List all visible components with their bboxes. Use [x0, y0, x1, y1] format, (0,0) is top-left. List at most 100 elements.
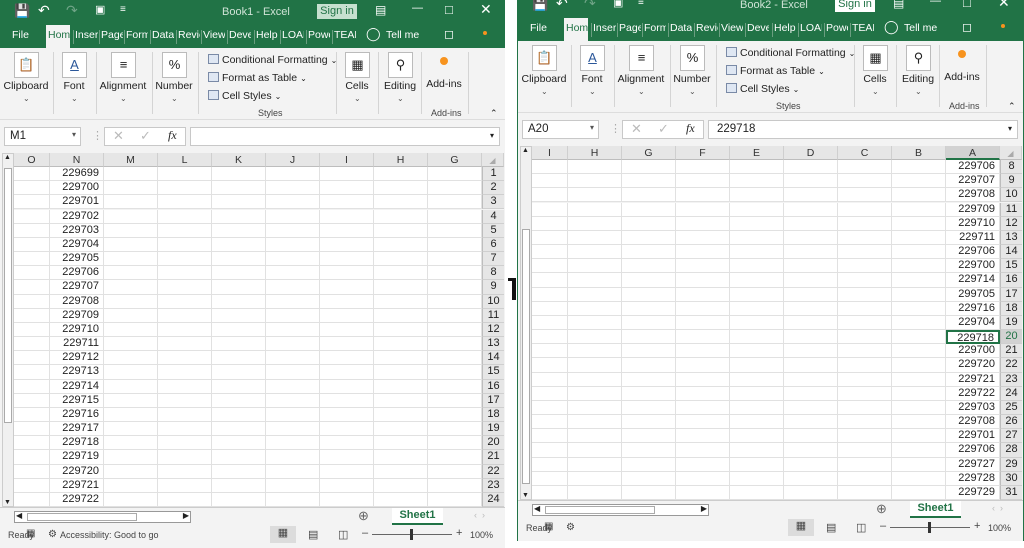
cell[interactable]: [838, 344, 892, 359]
cell[interactable]: [14, 280, 50, 295]
cell[interactable]: [622, 245, 676, 260]
scroll-right-icon[interactable]: ▶: [701, 504, 707, 513]
cell[interactable]: 229717: [50, 422, 104, 437]
column-header-J[interactable]: J: [266, 153, 320, 167]
cell[interactable]: [158, 280, 212, 295]
vertical-scrollbar[interactable]: ▲ ▼: [2, 153, 14, 507]
cell[interactable]: [374, 393, 428, 408]
cell[interactable]: [568, 372, 622, 387]
tab-powe[interactable]: Powe: [308, 29, 330, 41]
cell[interactable]: 229708: [946, 415, 1000, 430]
cell[interactable]: 229704: [946, 315, 1000, 331]
cell[interactable]: [104, 181, 158, 196]
cell[interactable]: 229712: [50, 351, 104, 366]
row-header[interactable]: 12: [1000, 216, 1022, 231]
addins-icon[interactable]: [440, 57, 448, 65]
cell[interactable]: [622, 457, 676, 472]
cell[interactable]: [532, 471, 568, 486]
cell[interactable]: [14, 407, 50, 423]
cell[interactable]: [158, 223, 212, 238]
column-header-A[interactable]: A: [946, 146, 1000, 160]
page-layout-view-button[interactable]: ▤: [308, 528, 318, 541]
cell[interactable]: [104, 464, 158, 479]
cell[interactable]: [374, 167, 428, 182]
cell[interactable]: [532, 443, 568, 458]
cell[interactable]: 299705: [946, 287, 1000, 302]
row-header[interactable]: 13: [482, 337, 504, 352]
cell[interactable]: [158, 209, 212, 224]
cell[interactable]: [838, 174, 892, 189]
row-header[interactable]: 29: [1000, 457, 1022, 472]
chevron-down-icon[interactable]: ⌄: [354, 94, 361, 103]
zoom-in-button[interactable]: +: [456, 527, 462, 539]
cell[interactable]: [14, 195, 50, 210]
cell[interactable]: [266, 422, 320, 437]
cell[interactable]: [622, 301, 676, 316]
cell[interactable]: [158, 393, 212, 408]
cell[interactable]: [730, 443, 784, 458]
cell[interactable]: [838, 287, 892, 302]
cell[interactable]: [784, 174, 838, 189]
cell-styles-button[interactable]: Cell Styles ⌄: [208, 90, 281, 102]
new-sheet-icon[interactable]: ⊕: [876, 501, 887, 517]
cell[interactable]: 229715: [50, 393, 104, 408]
cell[interactable]: [158, 294, 212, 309]
cell[interactable]: [158, 167, 212, 182]
row-header[interactable]: 6: [482, 237, 504, 252]
minimize-icon[interactable]: —: [930, 0, 941, 7]
cell[interactable]: [532, 400, 568, 416]
cell[interactable]: [104, 351, 158, 366]
cell[interactable]: 229716: [50, 407, 104, 423]
percent-icon[interactable]: %: [680, 45, 705, 71]
cell[interactable]: [320, 464, 374, 479]
zoom-out-button[interactable]: –: [880, 520, 886, 532]
row-header[interactable]: 25: [1000, 400, 1022, 416]
tab-page[interactable]: Page: [619, 22, 641, 34]
cell[interactable]: [158, 407, 212, 423]
cell[interactable]: [532, 315, 568, 331]
cell[interactable]: [104, 407, 158, 423]
cell[interactable]: [784, 400, 838, 416]
addins-icon[interactable]: [958, 50, 966, 58]
row-header[interactable]: 31: [1000, 485, 1022, 501]
column-header-M[interactable]: M: [104, 153, 158, 167]
cell[interactable]: [266, 266, 320, 281]
cell[interactable]: [320, 223, 374, 238]
tab-team[interactable]: TEAM: [334, 29, 356, 41]
cell[interactable]: [568, 429, 622, 444]
cell[interactable]: [320, 478, 374, 493]
camera-icon[interactable]: ▣: [613, 0, 623, 9]
tell-me-search[interactable]: Tell me: [386, 29, 419, 41]
cell[interactable]: [676, 301, 730, 316]
cell[interactable]: [14, 223, 50, 238]
row-header[interactable]: 20: [482, 436, 504, 451]
cell[interactable]: [428, 223, 482, 238]
cell[interactable]: [266, 252, 320, 267]
collapse-ribbon-icon[interactable]: ⌃: [1008, 101, 1016, 112]
cell[interactable]: [14, 436, 50, 451]
number-group-button[interactable]: Number: [662, 73, 722, 85]
cell[interactable]: [374, 252, 428, 267]
cell[interactable]: [212, 492, 266, 508]
cell[interactable]: [14, 294, 50, 309]
cell[interactable]: [158, 181, 212, 196]
cell[interactable]: [266, 407, 320, 423]
cell[interactable]: [730, 160, 784, 175]
cell[interactable]: [320, 407, 374, 423]
cell[interactable]: [374, 422, 428, 437]
cell[interactable]: 229706: [946, 160, 1000, 175]
row-header[interactable]: 4: [482, 209, 504, 224]
tab-form[interactable]: Form: [644, 22, 666, 34]
cell[interactable]: [320, 308, 374, 323]
cell[interactable]: 229713: [50, 365, 104, 380]
cell[interactable]: [320, 492, 374, 508]
cell[interactable]: [104, 365, 158, 380]
cell[interactable]: [892, 471, 946, 486]
cell[interactable]: 229701: [50, 195, 104, 210]
cell[interactable]: [158, 422, 212, 437]
cells-icon[interactable]: ▦: [863, 45, 888, 71]
cell[interactable]: [428, 322, 482, 338]
cell[interactable]: [892, 245, 946, 260]
maximize-icon[interactable]: □: [445, 2, 453, 17]
cell[interactable]: 229701: [946, 429, 1000, 444]
